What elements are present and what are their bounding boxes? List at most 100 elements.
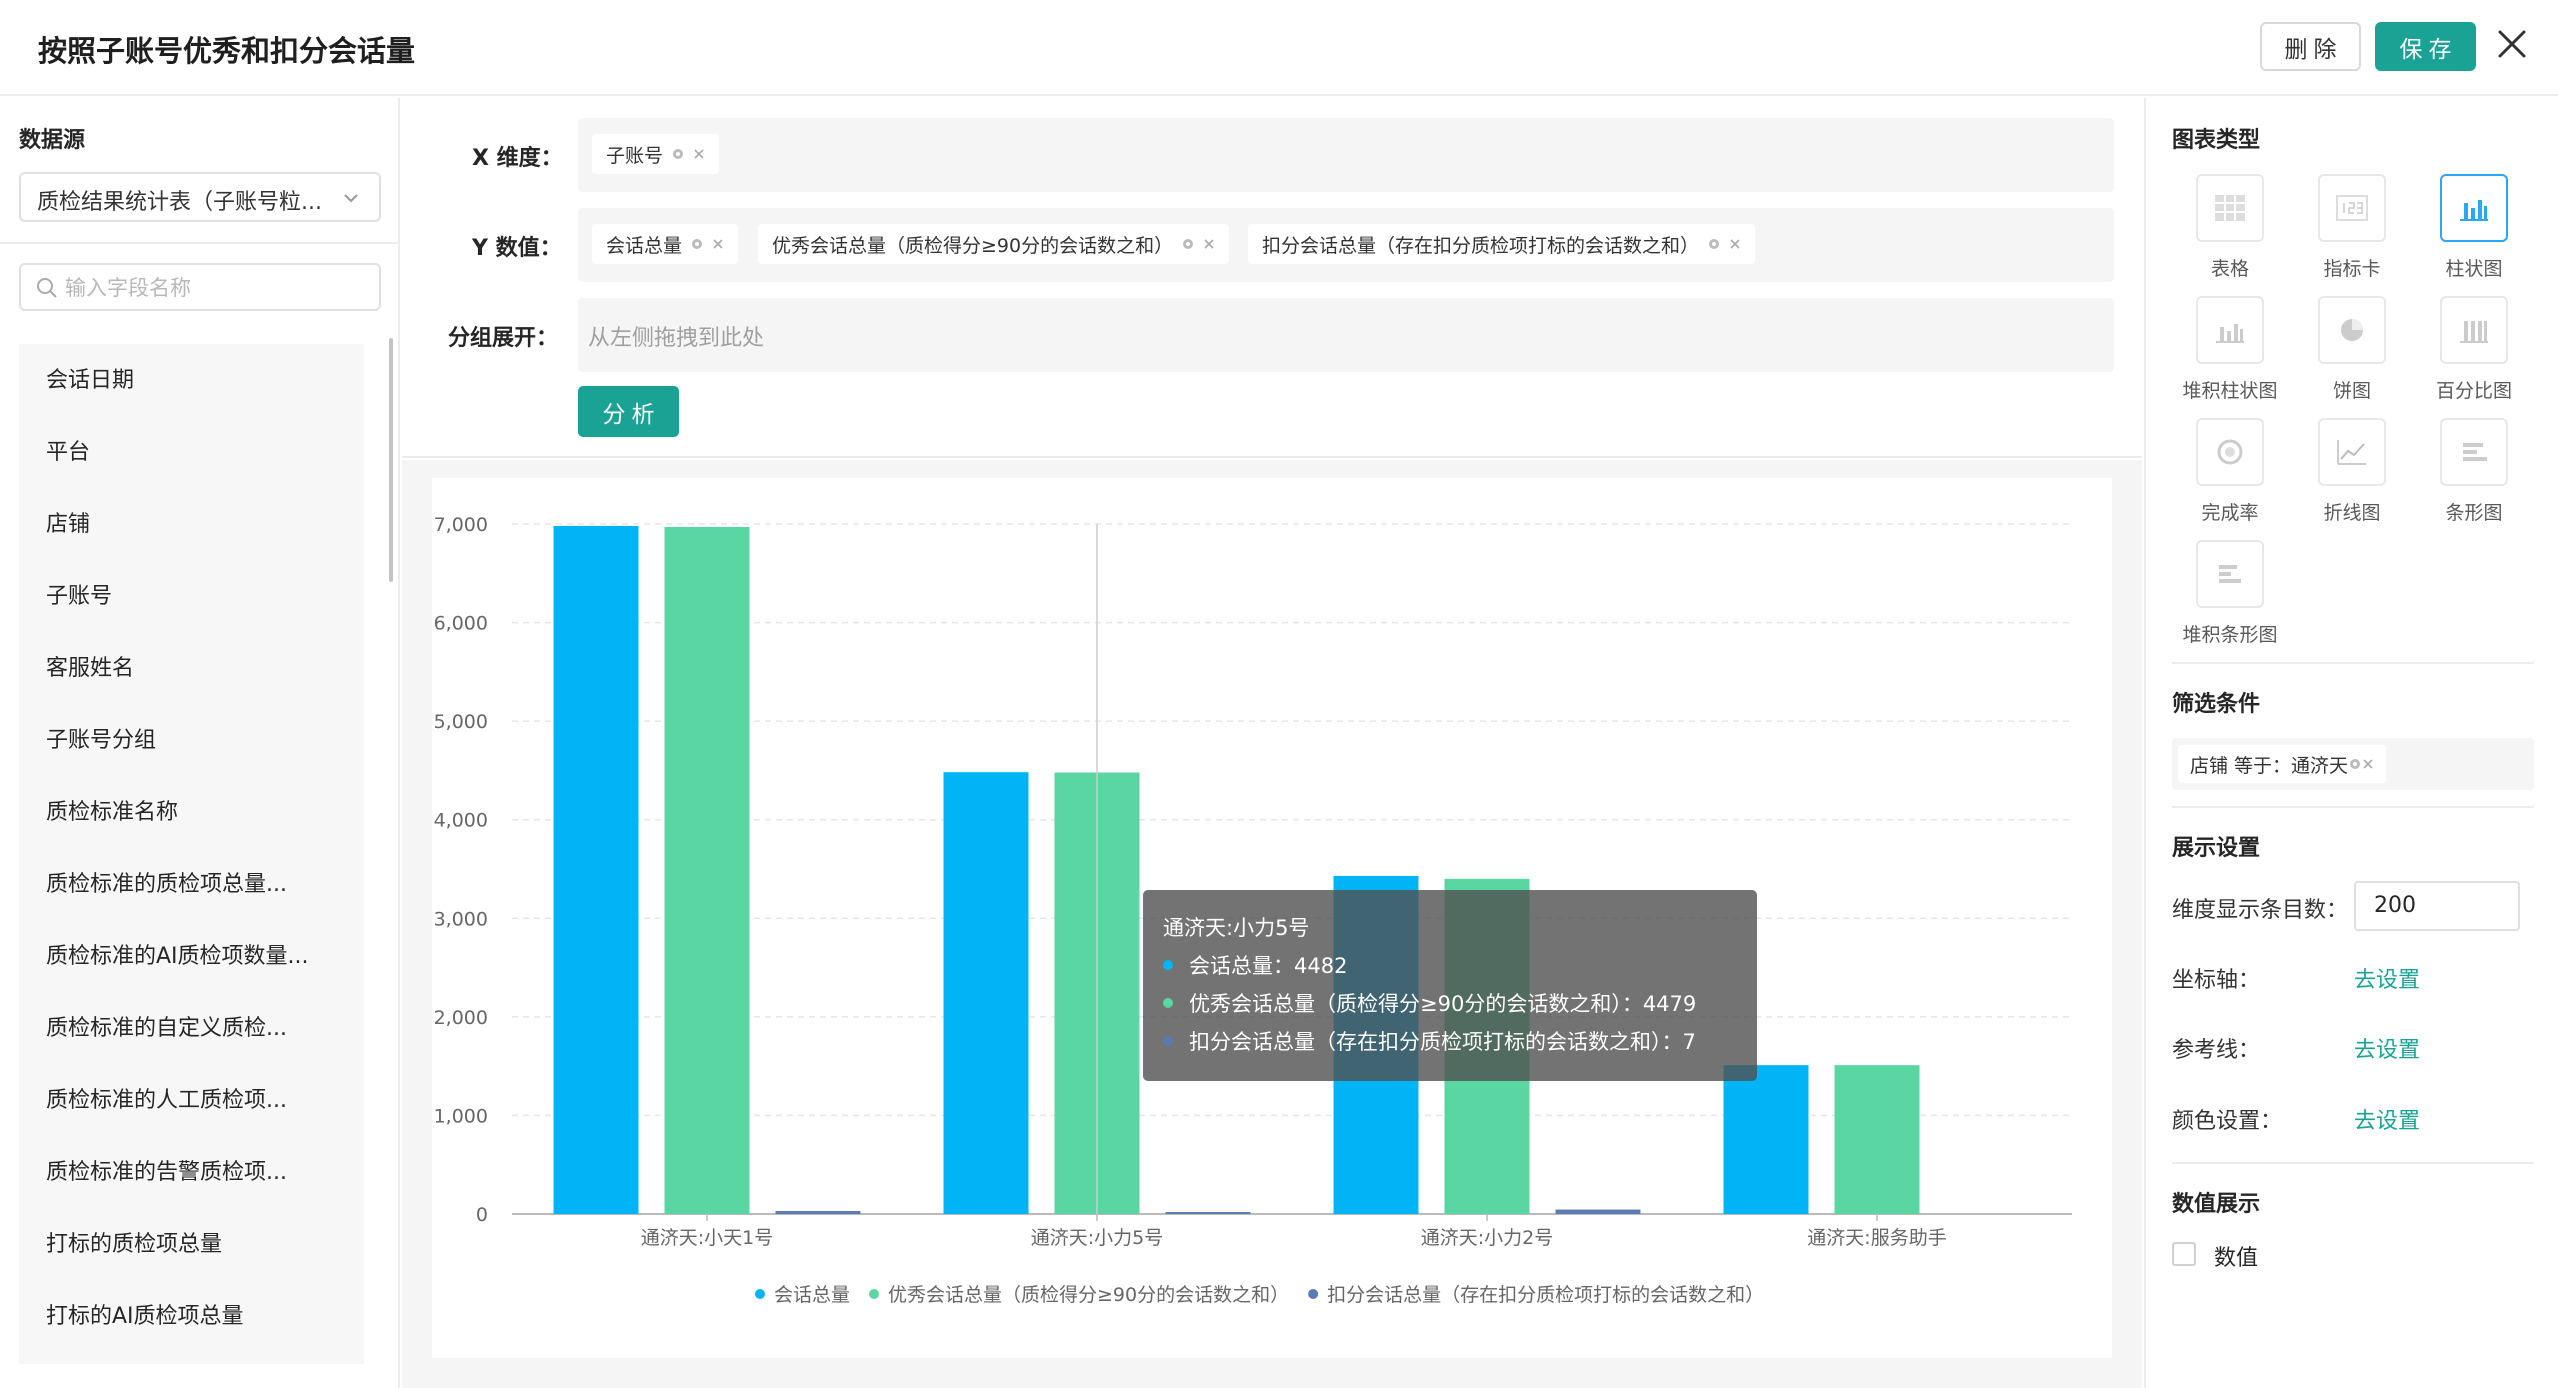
color-setting-link[interactable]: 去设置 [2354, 1103, 2420, 1135]
legend-label: 优秀会话总量（质检得分≥90分的会话数之和） [888, 1284, 1289, 1306]
delete-button[interactable]: 删除 [2260, 22, 2361, 71]
chart-type-table[interactable]: 表格 [2170, 174, 2290, 281]
chart-type-pie[interactable]: 饼图 [2292, 296, 2412, 403]
y-tag[interactable]: 会话总量 [592, 224, 739, 264]
scrollbar[interactable] [389, 338, 393, 582]
gear-icon[interactable] [671, 147, 685, 161]
bar [943, 772, 1029, 1214]
close-icon[interactable] [1729, 238, 1741, 250]
chart-type-completion[interactable]: 完成率 [2170, 418, 2290, 525]
gear-icon[interactable] [2348, 757, 2362, 771]
chart-type-label: 堆积条形图 [2182, 624, 2278, 646]
y-tick-label: 1,000 [434, 1105, 488, 1127]
value-checkbox-label: 数值 [2214, 1246, 2259, 1271]
display-title: 展示设置 [2172, 836, 2261, 861]
metric-card-icon [2318, 174, 2386, 242]
group-placeholder: 从左侧拖拽到此处 [588, 326, 765, 351]
chart-type-line[interactable]: 折线图 [2292, 418, 2412, 525]
field-item[interactable]: 质检标准的质检项总量... [46, 866, 287, 898]
close-icon[interactable] [693, 148, 705, 160]
value-checkbox[interactable] [2172, 1242, 2196, 1266]
bar-chart-icon [2440, 174, 2508, 242]
chart-type-label: 堆积柱状图 [2182, 380, 2278, 402]
chart-type-label: 指标卡 [2323, 258, 2381, 280]
y-value-dropzone[interactable]: 会话总量 优秀会话总量（质检得分≥90分的会话数之和） 扣分会话总量（存在扣分质… [578, 208, 2114, 282]
field-item[interactable]: 子账号 [46, 578, 112, 610]
y-tick-label: 3,000 [434, 908, 488, 930]
tooltip-row: 扣分会话总量（存在扣分质检项打标的会话数之和）：7 [1163, 1026, 1696, 1056]
field-item[interactable]: 打标的质检项总量 [46, 1226, 222, 1258]
save-button[interactable]: 保存 [2375, 22, 2476, 71]
field-item[interactable]: 质检标准的AI质检项数量... [46, 938, 309, 970]
field-item[interactable]: 质检标准的告警质检项... [46, 1154, 287, 1186]
bar [1723, 1065, 1809, 1214]
left-panel: 数据源 质检结果统计表（子账号粒... 会话日期 平台 店铺 子账号 客服姓名 … [0, 98, 400, 1388]
chart-type-label: 表格 [2210, 258, 2249, 280]
search-icon [37, 278, 57, 298]
x-tick-label: 通济天:小天1号 [641, 1227, 774, 1249]
datasource-select[interactable]: 质检结果统计表（子账号粒... [19, 172, 381, 222]
field-search[interactable] [19, 263, 381, 311]
y-tag[interactable]: 优秀会话总量（质检得分≥90分的会话数之和） [758, 224, 1230, 264]
search-input[interactable] [65, 273, 365, 303]
field-item[interactable]: 质检标准的人工质检项... [46, 1082, 287, 1114]
analyze-button[interactable]: 分析 [578, 386, 679, 437]
tooltip-title: 通济天:小力5号 [1163, 916, 1310, 940]
field-item[interactable]: 平台 [46, 434, 90, 466]
close-icon[interactable] [2362, 758, 2374, 770]
filter-tag[interactable]: 店铺 等于：通济天 [2178, 745, 2387, 783]
filter-dropzone[interactable]: 店铺 等于：通济天 [2172, 738, 2534, 790]
value-display-title: 数值展示 [2172, 1192, 2261, 1217]
x-tick-label: 通济天:小力2号 [1421, 1227, 1554, 1249]
chart-type-percent[interactable]: 百分比图 [2414, 296, 2534, 403]
field-item[interactable]: 质检标准的自定义质检... [46, 1010, 287, 1042]
chart-type-stacked-bar[interactable]: 堆积柱状图 [2170, 296, 2290, 403]
dim-count-label: 维度显示条目数： [2172, 898, 2349, 923]
group-dropzone[interactable]: 从左侧拖拽到此处 [578, 298, 2114, 372]
chart-type-label: 柱状图 [2445, 258, 2503, 280]
y-tag[interactable]: 扣分会话总量（存在扣分质检项打标的会话数之和） [1248, 224, 1756, 264]
completion-rate-icon [2196, 418, 2264, 486]
percent-chart-icon [2440, 296, 2508, 364]
tooltip-row-text: 优秀会话总量（质检得分≥90分的会话数之和）：4479 [1189, 992, 1697, 1016]
x-dimension-label: X 维度： [472, 146, 563, 171]
y-tag-label: 会话总量 [606, 234, 683, 257]
chart-type-label: 饼图 [2332, 380, 2371, 402]
x-tag[interactable]: 子账号 [592, 134, 720, 174]
close-icon[interactable] [2492, 24, 2532, 64]
close-icon[interactable] [712, 238, 724, 250]
dim-count-input[interactable]: 200 [2354, 881, 2520, 931]
datasource-value: 质检结果统计表（子账号粒... [37, 190, 322, 215]
bar [553, 525, 639, 1214]
legend-dot-icon [1163, 998, 1173, 1008]
y-value-label: Y 数值： [472, 236, 562, 261]
chart-type-bar[interactable]: 柱状图 [2414, 174, 2534, 281]
y-tick-label: 0 [476, 1204, 488, 1226]
color-label: 颜色设置： [2172, 1109, 2283, 1134]
tooltip-row: 会话总量：4482 [1163, 950, 1347, 980]
chart-type-stacked-horizontal-bar[interactable]: 堆积条形图 [2170, 540, 2290, 647]
chart-type-label: 条形图 [2445, 502, 2503, 524]
config-panel: X 维度： 子账号 Y 数值： 会话总量 优秀会话总量（质检得分≥90分的会话数… [402, 98, 2142, 458]
y-tag-label: 扣分会话总量（存在扣分质检项打标的会话数之和） [1262, 234, 1700, 257]
field-item[interactable]: 店铺 [46, 506, 90, 538]
x-dimension-dropzone[interactable]: 子账号 [578, 118, 2114, 192]
chart-type-metric[interactable]: 指标卡 [2292, 174, 2412, 281]
field-item[interactable]: 客服姓名 [46, 650, 134, 682]
x-tick-label: 通济天:小力5号 [1031, 1227, 1164, 1249]
close-icon[interactable] [1203, 238, 1215, 250]
gear-icon[interactable] [1181, 237, 1195, 251]
axis-setting-link[interactable]: 去设置 [2354, 962, 2420, 994]
legend-label: 扣分会话总量（存在扣分质检项打标的会话数之和） [1327, 1284, 1764, 1306]
gear-icon[interactable] [1707, 237, 1721, 251]
stacked-bar-icon [2196, 296, 2264, 364]
chart-type-horizontal-bar[interactable]: 条形图 [2414, 418, 2534, 525]
field-item[interactable]: 子账号分组 [46, 722, 156, 754]
y-tick-label: 5,000 [434, 711, 488, 733]
field-item[interactable]: 打标的AI质检项总量 [46, 1298, 244, 1330]
legend-dot-icon [869, 1289, 880, 1299]
field-item[interactable]: 会话日期 [46, 362, 134, 394]
field-item[interactable]: 质检标准名称 [46, 794, 178, 826]
gear-icon[interactable] [690, 237, 704, 251]
refline-setting-link[interactable]: 去设置 [2354, 1032, 2420, 1064]
